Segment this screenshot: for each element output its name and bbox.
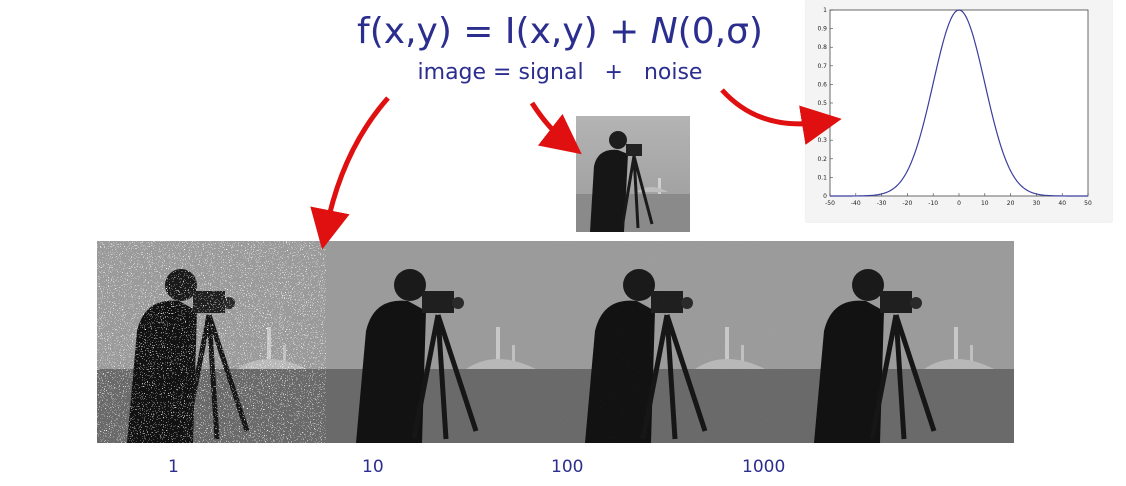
y-tick-label: 0.3 [817, 137, 827, 144]
x-tick-label: 10 [981, 200, 989, 207]
noise-level-label: 10 [362, 457, 384, 477]
x-tick-label: -30 [877, 200, 887, 207]
y-tick-label: 0.6 [817, 81, 827, 88]
noise-level-label: 100 [551, 457, 584, 477]
x-tick-label: -50 [825, 200, 835, 207]
y-tick-label: 0.4 [817, 119, 827, 126]
equation-subtitle: image = signal + noise [417, 60, 703, 85]
noisy-image-sigma-10 [326, 241, 556, 443]
x-tick-label: -20 [902, 200, 912, 207]
noise-level-label: 1000 [742, 457, 786, 477]
equation: f(x,y) = I(x,y) + N(0,σ) [340, 10, 780, 54]
y-tick-label: 0 [823, 193, 827, 200]
equation-prefix: f(x,y) = I(x,y) + [357, 11, 651, 52]
arrow-to-noisy-images [310, 96, 390, 250]
y-tick-label: 0.8 [817, 44, 827, 51]
arrow-to-signal [529, 101, 582, 155]
x-tick-label: 0 [957, 200, 961, 207]
gaussian-plot: -50 -40 -30 -20 -10 0 10 20 30 40 50 0 0.1 0.2 0.3 0.4 0… [806, 0, 1112, 222]
noisy-image-strip [97, 241, 1014, 443]
x-tick-label: 20 [1007, 200, 1015, 207]
y-tick-label: 0.9 [817, 26, 827, 33]
y-tick-label: 0.5 [817, 100, 827, 107]
y-tick-label: 0.2 [817, 156, 827, 163]
noise-symbol: N [650, 11, 678, 52]
x-tick-label: 40 [1058, 200, 1066, 207]
noise-level-label: 1 [168, 457, 179, 477]
noisy-image-sigma-1 [97, 241, 327, 443]
plot-area [829, 9, 1089, 197]
y-tick-label: 0.7 [817, 63, 827, 70]
y-tick-label: 0.1 [817, 174, 827, 181]
x-tick-label: -10 [928, 200, 938, 207]
clean-image-thumbnail [576, 116, 690, 232]
y-tick-label: 1 [823, 7, 827, 14]
x-tick-label: 30 [1033, 200, 1041, 207]
x-tick-label: 50 [1084, 200, 1092, 207]
noise-args: (0,σ) [677, 11, 763, 52]
noisy-image-sigma-1000 [784, 241, 1014, 443]
x-tick-label: -40 [851, 200, 861, 207]
noisy-image-sigma-100 [555, 241, 785, 443]
